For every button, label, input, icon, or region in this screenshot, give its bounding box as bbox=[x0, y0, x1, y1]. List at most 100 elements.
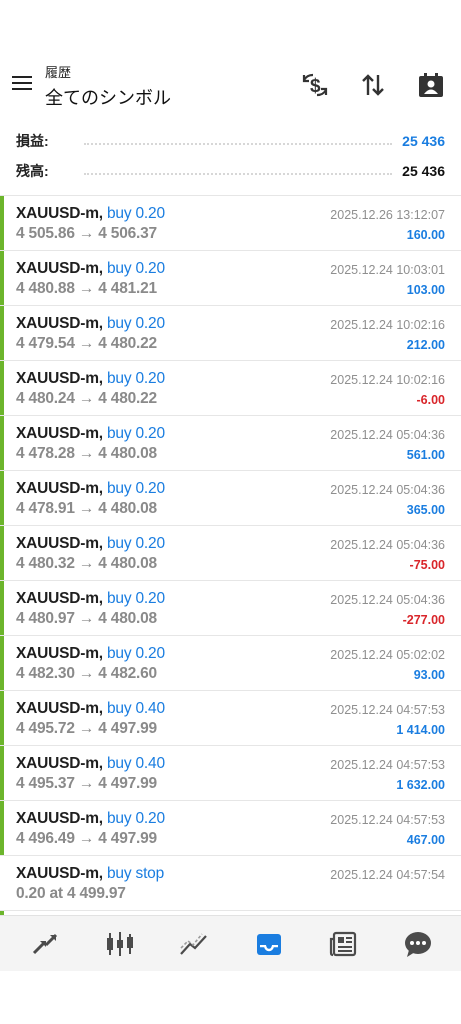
profit-row: 損益: 25 436 bbox=[0, 126, 461, 156]
trade-prices: 4 478.28 → 4 480.08 bbox=[16, 445, 157, 462]
trade-side: buy 0.20 bbox=[107, 370, 165, 387]
sort-icon[interactable] bbox=[358, 70, 388, 100]
trade-prices: 4 480.88 → 4 481.21 bbox=[16, 280, 157, 297]
buy-indicator-bar bbox=[0, 251, 4, 305]
trade-side: buy 0.20 bbox=[107, 205, 165, 222]
trade-time: 2025.12.24 10:02:16 bbox=[330, 318, 445, 332]
trade-row[interactable]: XAUUSD-m, buy 0.20 4 496.49 → 4 497.99 202… bbox=[0, 801, 461, 856]
symbol-name: XAUUSD-m, bbox=[16, 810, 103, 827]
balance-label: 残高: bbox=[16, 163, 49, 179]
nav-history-inbox-icon[interactable] bbox=[232, 916, 307, 971]
buy-indicator-bar bbox=[0, 746, 4, 800]
symbol-name: XAUUSD-m, bbox=[16, 370, 103, 387]
trade-symbol: XAUUSD-m, buy stop bbox=[16, 865, 164, 883]
trade-profit: -277.00 bbox=[402, 613, 445, 627]
trade-profit: 1 632.00 bbox=[396, 778, 445, 792]
trade-time: 2025.12.24 05:02:02 bbox=[330, 648, 445, 662]
trade-row[interactable]: XAUUSD-m, buy 0.20 4 478.28 → 4 480.08 202… bbox=[0, 416, 461, 471]
symbol-name: XAUUSD-m, bbox=[16, 645, 103, 662]
trade-profit: 365.00 bbox=[406, 503, 445, 517]
trade-time: 2025.12.24 04:57:53 bbox=[330, 813, 445, 827]
balance-value: 25 436 bbox=[402, 163, 445, 179]
bottom-navigation bbox=[0, 915, 461, 971]
symbol-name: XAUUSD-m, bbox=[16, 755, 103, 772]
trade-time: 2025.12.24 05:04:36 bbox=[330, 593, 445, 607]
nav-candlestick-chart-icon[interactable] bbox=[83, 916, 158, 971]
calendar-contact-icon[interactable] bbox=[416, 70, 446, 100]
trade-row[interactable]: XAUUSD-m, buy stop 0.20 at 4 499.97 2025.1… bbox=[0, 856, 461, 911]
trade-side: buy 0.20 bbox=[107, 260, 165, 277]
dotted-leader bbox=[84, 143, 393, 145]
trade-symbol: XAUUSD-m, buy 0.20 bbox=[16, 260, 165, 278]
trade-prices: 4 496.49 → 4 497.99 bbox=[16, 830, 157, 847]
symbol-name: XAUUSD-m, bbox=[16, 205, 103, 222]
symbol-name: XAUUSD-m, bbox=[16, 865, 103, 882]
trade-side: buy 0.20 bbox=[107, 425, 165, 442]
symbol-name: XAUUSD-m, bbox=[16, 425, 103, 442]
nav-quotes-icon[interactable] bbox=[8, 916, 83, 971]
buy-indicator-bar bbox=[0, 636, 4, 690]
buy-indicator-bar bbox=[0, 801, 4, 855]
title-block[interactable]: 履歴 全てのシンボル bbox=[45, 62, 171, 110]
trade-time: 2025.12.24 04:57:54 bbox=[330, 868, 445, 882]
trade-profit: 561.00 bbox=[406, 448, 445, 462]
trade-time: 2025.12.24 04:57:53 bbox=[330, 703, 445, 717]
trade-side: buy 0.20 bbox=[107, 590, 165, 607]
trade-row[interactable]: XAUUSD-m, buy 0.20 4 480.24 → 4 480.22 202… bbox=[0, 361, 461, 416]
summary-panel: 損益: 25 436 残高: 25 436 bbox=[0, 126, 461, 186]
buy-indicator-bar bbox=[0, 196, 4, 250]
trade-side: buy 0.20 bbox=[107, 480, 165, 497]
trade-prices: 4 495.37 → 4 497.99 bbox=[16, 775, 157, 792]
app-header: 履歴 全てのシンボル $ bbox=[0, 58, 461, 114]
buy-indicator-bar bbox=[0, 526, 4, 580]
buy-indicator-bar bbox=[0, 581, 4, 635]
trade-row[interactable]: XAUUSD-m, buy 0.20 4 482.30 → 4 482.60 202… bbox=[0, 636, 461, 691]
trade-prices: 4 495.72 → 4 497.99 bbox=[16, 720, 157, 737]
nav-trade-icon[interactable] bbox=[157, 916, 232, 971]
trade-prices: 0.20 at 4 499.97 bbox=[16, 885, 126, 902]
trade-side: buy 0.20 bbox=[107, 315, 165, 332]
trade-symbol: XAUUSD-m, buy 0.20 bbox=[16, 315, 165, 333]
trade-history-list: XAUUSD-m, buy 0.20 4 505.86 → 4 506.37 202… bbox=[0, 195, 461, 911]
symbol-name: XAUUSD-m, bbox=[16, 315, 103, 332]
trade-row[interactable]: XAUUSD-m, buy 0.40 4 495.37 → 4 497.99 202… bbox=[0, 746, 461, 801]
trade-time: 2025.12.24 10:03:01 bbox=[330, 263, 445, 277]
trade-profit: 103.00 bbox=[406, 283, 445, 297]
trade-row[interactable]: XAUUSD-m, buy 0.40 4 495.72 → 4 497.99 202… bbox=[0, 691, 461, 746]
trade-time: 2025.12.24 10:02:16 bbox=[330, 373, 445, 387]
trade-prices: 4 480.32 → 4 480.08 bbox=[16, 555, 157, 572]
trade-prices: 4 480.24 → 4 480.22 bbox=[16, 390, 157, 407]
trade-side: buy 0.40 bbox=[107, 700, 165, 717]
buy-indicator-bar bbox=[0, 691, 4, 745]
nav-news-icon[interactable] bbox=[306, 916, 381, 971]
trade-symbol: XAUUSD-m, buy 0.20 bbox=[16, 370, 165, 388]
menu-icon[interactable] bbox=[12, 76, 32, 90]
profit-label: 損益: bbox=[16, 133, 49, 149]
trade-row[interactable]: XAUUSD-m, buy 0.20 4 480.97 → 4 480.08 202… bbox=[0, 581, 461, 636]
currency-exchange-icon[interactable]: $ bbox=[300, 70, 330, 100]
trade-profit: 160.00 bbox=[406, 228, 445, 242]
trade-time: 2025.12.24 04:57:53 bbox=[330, 758, 445, 772]
nav-chat-icon[interactable] bbox=[381, 916, 456, 971]
symbol-name: XAUUSD-m, bbox=[16, 535, 103, 552]
trade-prices: 4 478.91 → 4 480.08 bbox=[16, 500, 157, 517]
trade-side: buy 0.40 bbox=[107, 755, 165, 772]
trade-profit: -75.00 bbox=[409, 558, 445, 572]
trade-time: 2025.12.24 05:04:36 bbox=[330, 538, 445, 552]
trade-profit: 212.00 bbox=[406, 338, 445, 352]
trade-profit: 93.00 bbox=[413, 668, 445, 682]
profit-value: 25 436 bbox=[402, 133, 445, 149]
trade-prices: 4 482.30 → 4 482.60 bbox=[16, 665, 157, 682]
trade-row[interactable]: XAUUSD-m, buy 0.20 4 478.91 → 4 480.08 202… bbox=[0, 471, 461, 526]
trade-row[interactable]: XAUUSD-m, buy 0.20 4 505.86 → 4 506.37 202… bbox=[0, 196, 461, 251]
trade-prices: 4 479.54 → 4 480.22 bbox=[16, 335, 157, 352]
trade-row[interactable]: XAUUSD-m, buy 0.20 4 480.32 → 4 480.08 202… bbox=[0, 526, 461, 581]
trade-row[interactable]: XAUUSD-m, buy 0.20 4 479.54 → 4 480.22 202… bbox=[0, 306, 461, 361]
trade-row[interactable]: XAUUSD-m, buy 0.20 4 480.88 → 4 481.21 202… bbox=[0, 251, 461, 306]
trade-symbol: XAUUSD-m, buy 0.20 bbox=[16, 535, 165, 553]
buy-indicator-bar bbox=[0, 416, 4, 470]
symbol-name: XAUUSD-m, bbox=[16, 590, 103, 607]
symbol-name: XAUUSD-m, bbox=[16, 260, 103, 277]
trade-profit: -6.00 bbox=[416, 393, 446, 407]
trade-side: buy 0.20 bbox=[107, 535, 165, 552]
